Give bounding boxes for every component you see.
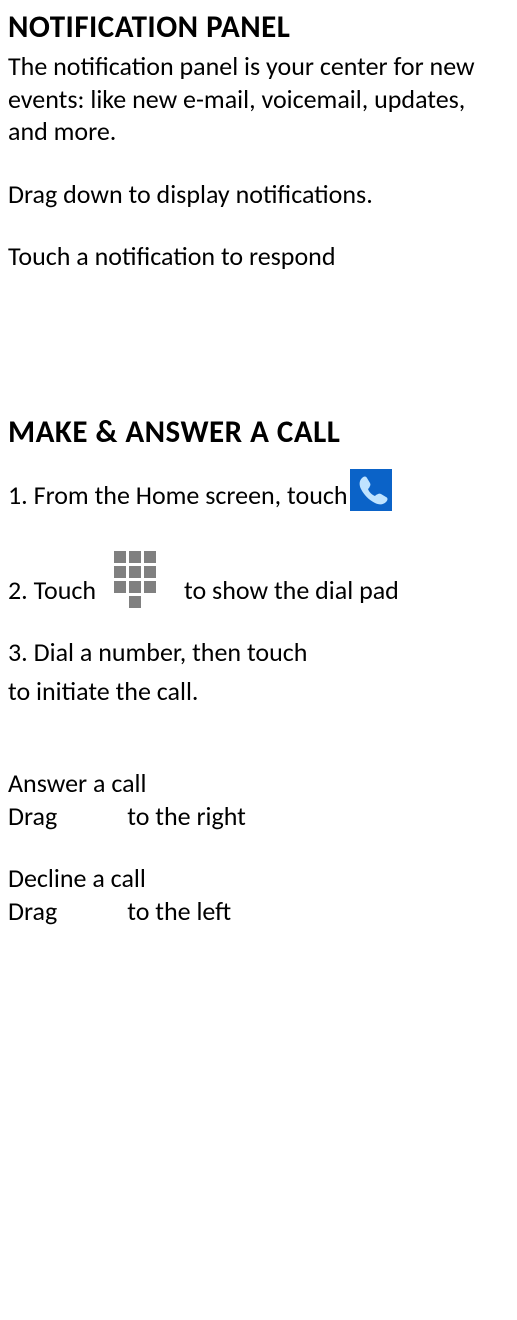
step-2-before: 2. Touch (8, 574, 96, 608)
decline-drag-word: Drag (8, 895, 57, 927)
step-2-after: to show the dial pad (184, 574, 399, 608)
notif-desc-1: The notification panel is your center fo… (8, 50, 509, 148)
dialpad-icon (114, 551, 156, 608)
phone-icon (350, 469, 392, 511)
notif-desc-2: Drag down to display notifications. (8, 178, 509, 211)
notif-desc-3: Touch a notification to respond (8, 240, 509, 273)
answer-drag-dir: to the right (127, 800, 246, 832)
decline-call-heading: Decline a call (8, 862, 509, 895)
heading-notification-panel: NOTIFICATION PANEL (8, 8, 509, 46)
answer-call-drag: Drag to the right (8, 800, 509, 833)
decline-call-drag: Drag to the left (8, 895, 509, 928)
heading-make-answer-call: MAKE & ANSWER A CALL (8, 413, 509, 451)
answer-drag-word: Drag (8, 800, 57, 832)
step-1: 1. From the Home screen, touch (8, 469, 509, 512)
answer-call-heading: Answer a call (8, 767, 509, 800)
decline-drag-dir: to the left (127, 895, 231, 927)
step-3-line-1: 3. Dial a number, then touch (8, 636, 509, 669)
step-3-line-2: to initiate the call. (8, 675, 509, 708)
step-2: 2. Touch to show the dial pad (8, 551, 509, 608)
step-1-text: 1. From the Home screen, touch (8, 479, 348, 511)
